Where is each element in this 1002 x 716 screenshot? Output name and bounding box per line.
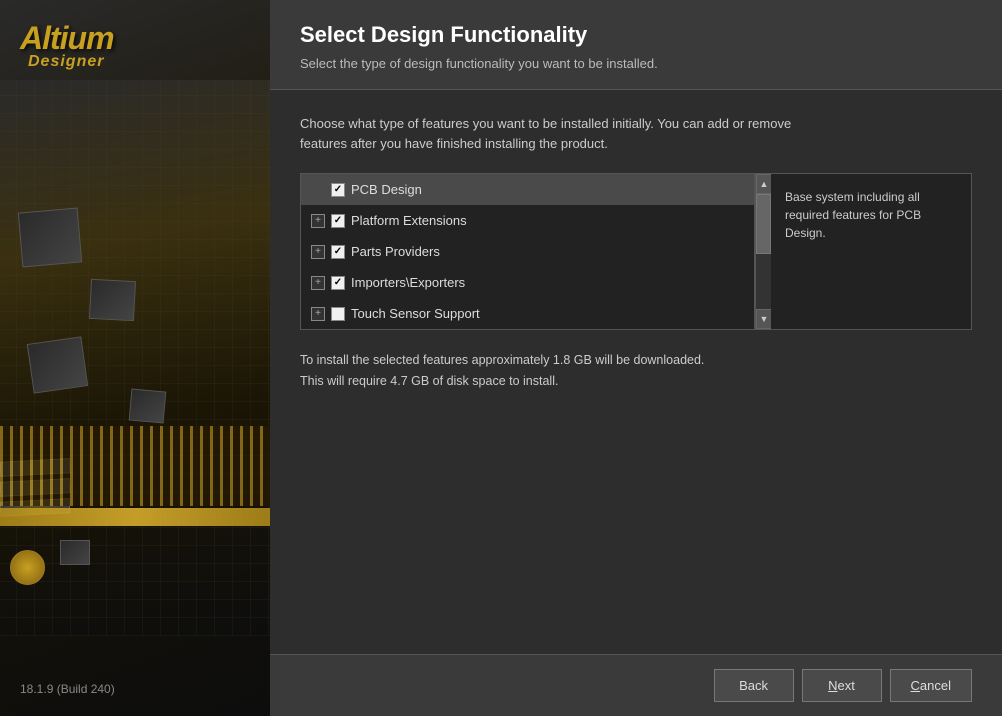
logo-altium-text: Altium <box>20 20 114 56</box>
page-subtitle: Select the type of design functionality … <box>300 56 972 71</box>
pcb-image <box>0 80 270 636</box>
connector-strip2 <box>0 508 270 526</box>
checkbox-importers-exporters[interactable] <box>331 276 345 290</box>
feature-item-platform-extensions[interactable]: + Platform Extensions <box>301 205 754 236</box>
chip-decoration <box>89 279 136 321</box>
version-label: 18.1.9 (Build 240) <box>20 682 115 696</box>
checkbox-pcb-design[interactable] <box>331 183 345 197</box>
logo-altium: Altium <box>20 20 114 57</box>
main-content: Select Design Functionality Select the t… <box>270 0 1002 716</box>
back-label: Back <box>739 678 768 693</box>
cancel-label: Cancel <box>911 678 951 693</box>
feature-item-importers-exporters[interactable]: + Importers\Exporters <box>301 267 754 298</box>
scroll-up-btn[interactable]: ▲ <box>756 174 772 194</box>
checkbox-parts-providers[interactable] <box>331 245 345 259</box>
chip-decoration <box>10 550 45 585</box>
scroll-track[interactable] <box>756 194 771 309</box>
feature-label-touch-sensor: Touch Sensor Support <box>351 306 744 321</box>
body-description: Choose what type of features you want to… <box>300 114 972 153</box>
feature-label-pcb-design: PCB Design <box>351 182 744 197</box>
page-body: Choose what type of features you want to… <box>270 90 1002 654</box>
page-title: Select Design Functionality <box>300 22 972 48</box>
expand-btn-touch-sensor[interactable]: + <box>311 307 325 321</box>
feature-description: Base system including all required featu… <box>771 174 971 329</box>
scrollbar[interactable]: ▲ ▼ <box>755 174 771 329</box>
sidebar: Altium Designer 18.1.9 (Build 240) <box>0 0 270 716</box>
feature-label-importers-exporters: Importers\Exporters <box>351 275 744 290</box>
chip-decoration <box>129 389 167 424</box>
back-button[interactable]: Back <box>714 669 794 702</box>
page-header: Select Design Functionality Select the t… <box>270 0 1002 90</box>
logo-designer-text: Designer <box>20 53 114 71</box>
next-button[interactable]: NNextext <box>802 669 882 702</box>
feature-item-touch-sensor[interactable]: + Touch Sensor Support <box>301 298 754 329</box>
features-list[interactable]: PCB Design + Platform Extensions + Parts… <box>301 174 755 329</box>
expand-btn-parts-providers[interactable]: + <box>311 245 325 259</box>
feature-label-platform-extensions: Platform Extensions <box>351 213 744 228</box>
next-label: NNextext <box>828 678 855 693</box>
scroll-down-btn[interactable]: ▼ <box>756 309 772 329</box>
feature-item-parts-providers[interactable]: + Parts Providers <box>301 236 754 267</box>
chip-decoration <box>27 336 88 393</box>
chip-decoration <box>18 207 83 267</box>
brand-logo: Altium Designer <box>20 20 114 71</box>
expand-btn-platform-extensions[interactable]: + <box>311 214 325 228</box>
feature-label-parts-providers: Parts Providers <box>351 244 744 259</box>
page-footer: Back NNextext Cancel <box>270 654 1002 716</box>
connector-strip <box>0 426 270 506</box>
chip-decoration <box>60 540 90 565</box>
description-line1: Choose what type of features you want to… <box>300 116 791 131</box>
cancel-button[interactable]: Cancel <box>890 669 972 702</box>
install-info-line1: To install the selected features approxi… <box>300 350 972 371</box>
expand-btn-importers-exporters[interactable]: + <box>311 276 325 290</box>
description-line2: features after you have finished install… <box>300 136 608 151</box>
install-info-line2: This will require 4.7 GB of disk space t… <box>300 371 972 392</box>
features-container: PCB Design + Platform Extensions + Parts… <box>300 173 972 330</box>
checkbox-touch-sensor[interactable] <box>331 307 345 321</box>
install-info: To install the selected features approxi… <box>300 350 972 393</box>
checkbox-platform-extensions[interactable] <box>331 214 345 228</box>
feature-item-pcb-design[interactable]: PCB Design <box>301 174 754 205</box>
scroll-thumb[interactable] <box>756 194 771 254</box>
